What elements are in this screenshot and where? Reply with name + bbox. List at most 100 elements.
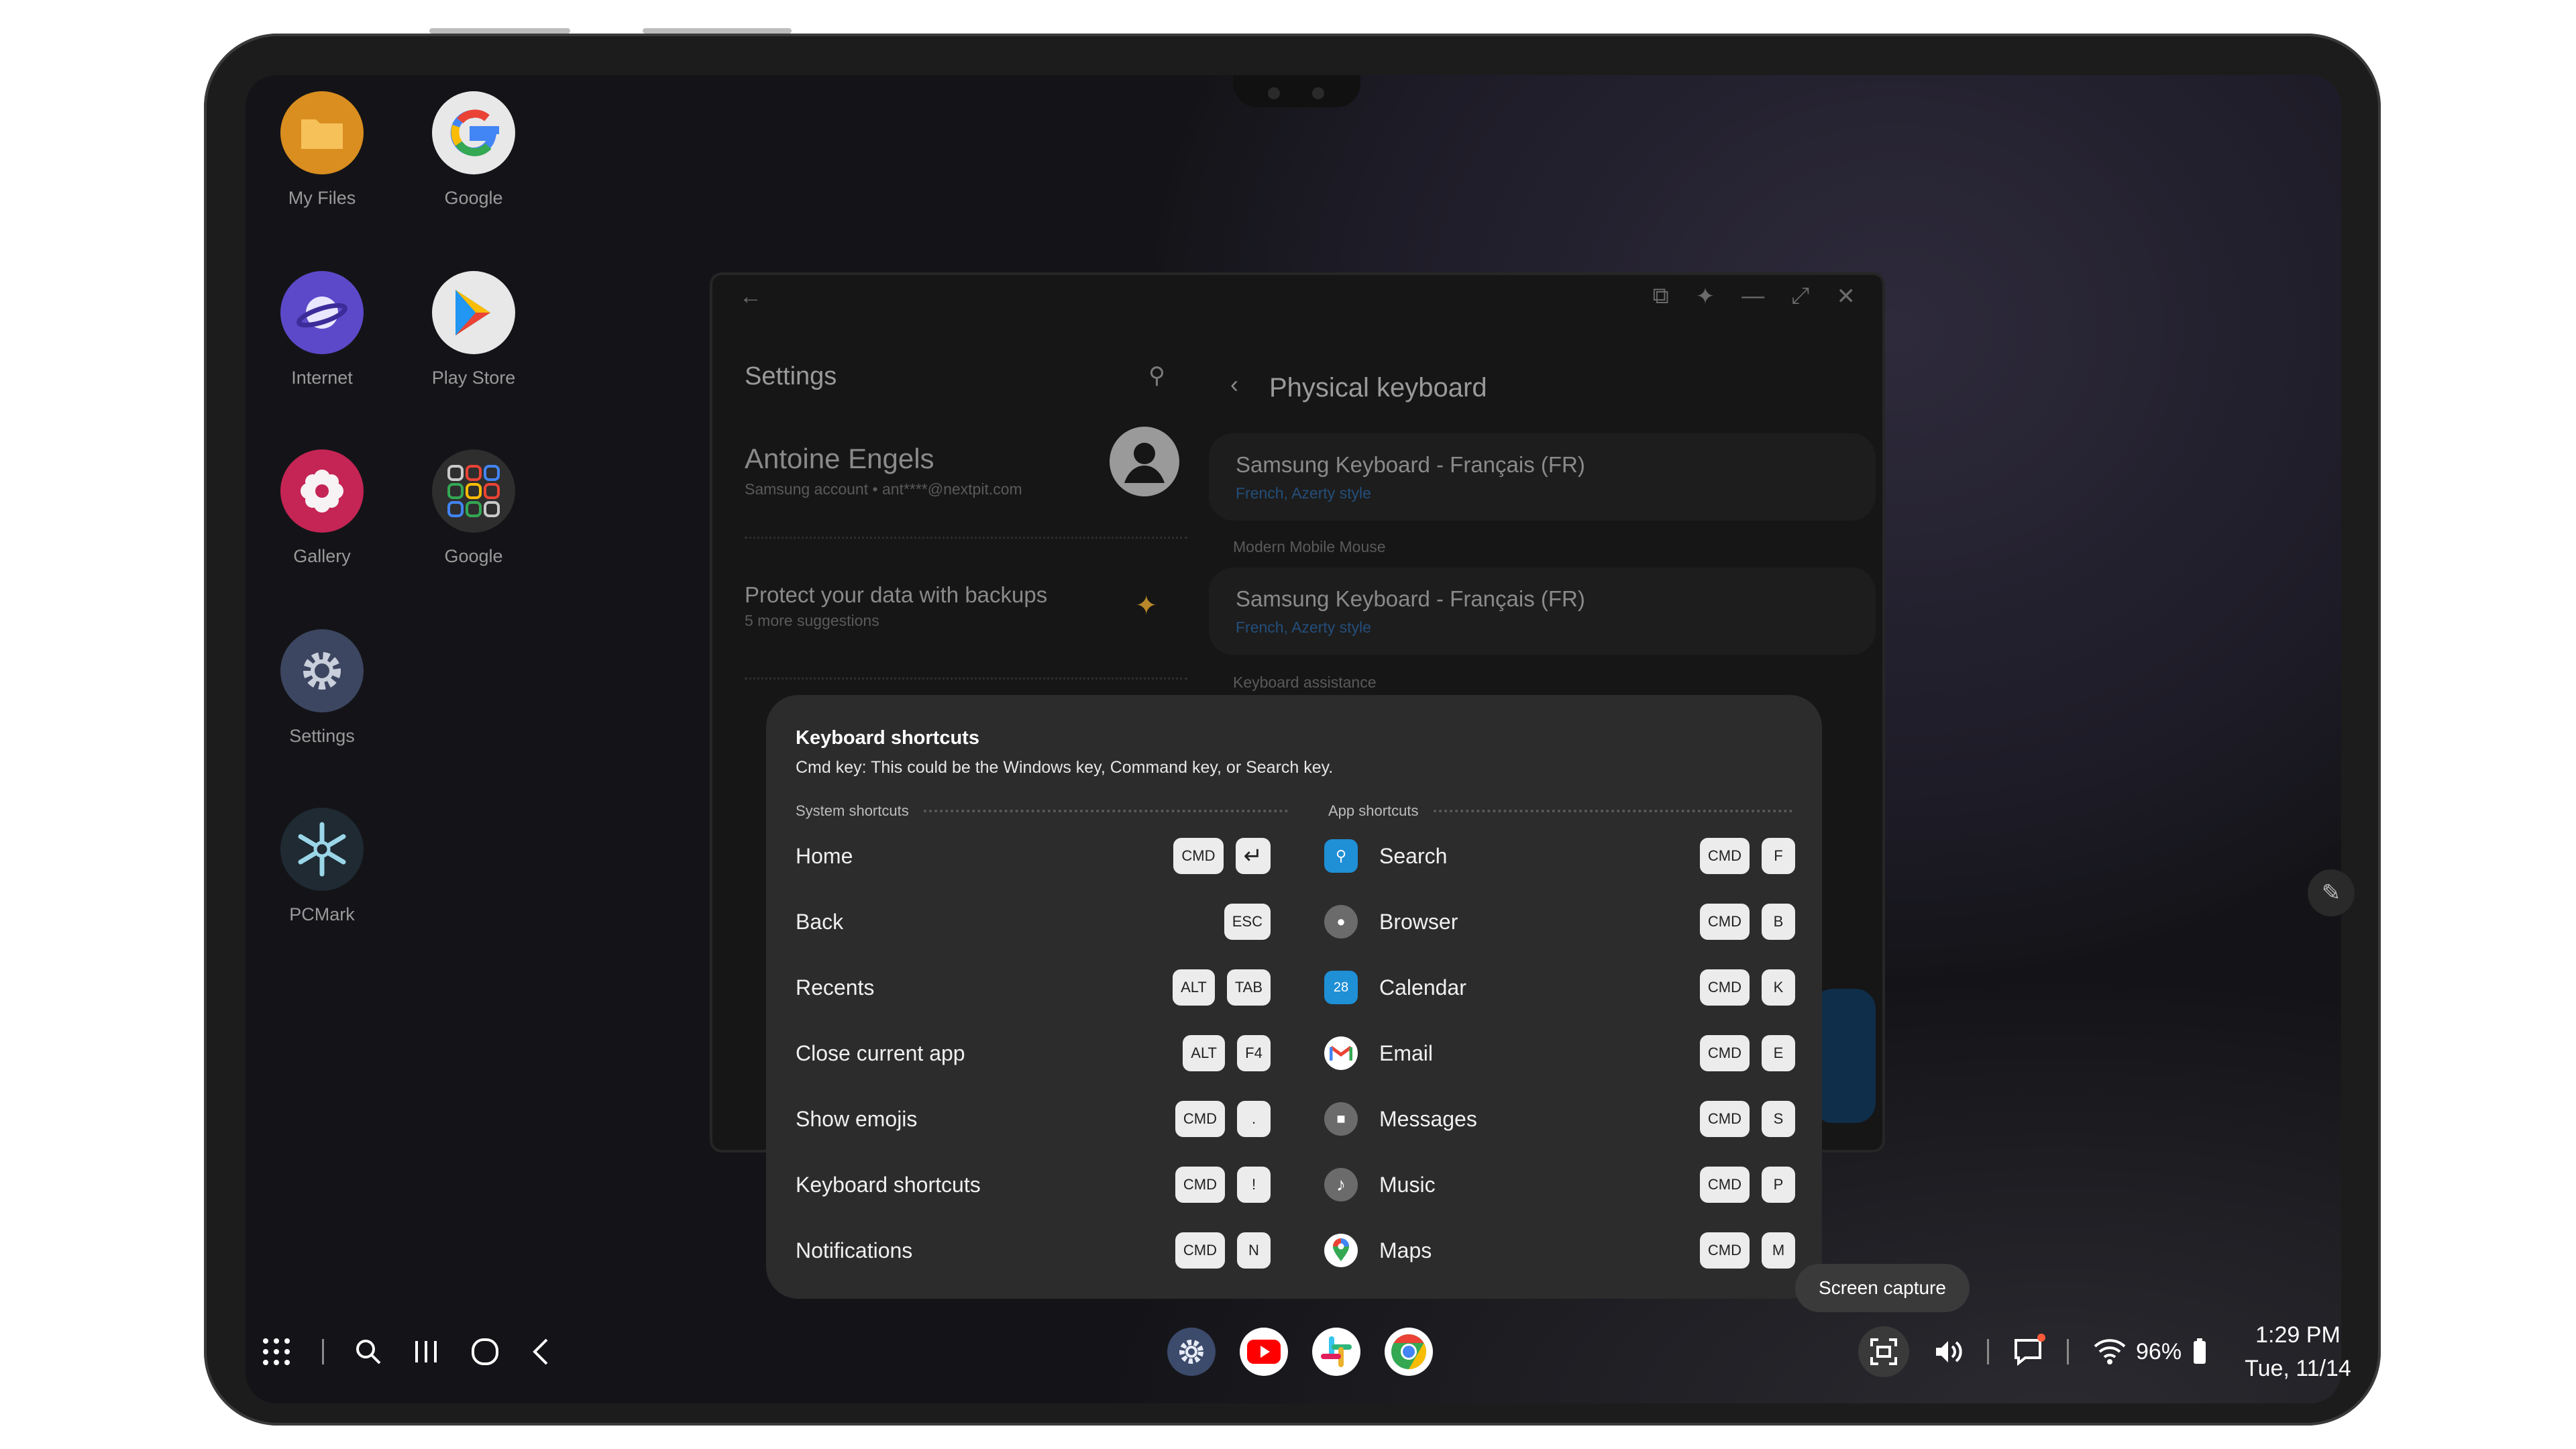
avatar[interactable] [1110,427,1179,496]
app-label: Gallery [293,546,351,566]
close-icon[interactable]: ✕ [1837,283,1856,310]
shortcut-label: Back [796,909,844,934]
notifications-icon[interactable] [2013,1334,2045,1366]
pin-icon[interactable]: ✦ [1696,283,1715,310]
camera-notch [1233,75,1360,107]
home-icon[interactable] [470,1337,500,1366]
shortcut-row-home[interactable]: Home CMD ↵ [796,836,1271,876]
search-icon[interactable]: ⚲ [1148,362,1165,389]
shortcut-label: Home [796,843,853,868]
play-store-icon [432,271,515,354]
youtube-icon[interactable] [1240,1328,1288,1376]
shortcut-row-recents[interactable]: Recents ALT TAB [796,967,1271,1008]
back-arrow-icon[interactable]: ← [739,284,762,310]
app-shortcut-messages[interactable]: ■ Messages CMD S [1324,1099,1795,1139]
edge-panel-pen-icon[interactable]: ✎ [2308,869,2355,916]
shortcut-label: Email [1379,1040,1434,1065]
app-label: Play Store [431,368,516,388]
app-shortcut-browser[interactable]: ● Browser CMD B [1324,902,1795,942]
keyboard-item-1[interactable]: Samsung Keyboard - Français (FR) French,… [1209,433,1876,521]
app-label: PCMark [289,904,355,924]
key-cap: CMD [1699,904,1750,940]
shortcut-label: Keyboard shortcuts [796,1172,981,1197]
volume-button [429,28,570,34]
globe-icon: ● [1324,905,1358,938]
desktop-app-play-store[interactable]: Play Store [420,271,527,388]
app-shortcut-calendar[interactable]: 28 Calendar CMD K [1324,967,1795,1008]
shortcut-row-keyboard-shortcuts[interactable]: Keyboard shortcuts CMD! [796,1165,1271,1205]
chevron-left-icon[interactable]: ‹ [1230,370,1238,398]
key-cap: CMD [1173,838,1224,874]
shortcut-row-back[interactable]: Back ESC [796,902,1271,942]
key-cap: ALT [1173,969,1215,1006]
time: 1:29 PM [2255,1322,2341,1348]
key-cap: CMD [1699,1035,1750,1071]
calendar-icon: 28 [1324,971,1358,1004]
key-cap: N [1237,1232,1271,1269]
backup-suggestion[interactable]: Protect your data with backups [745,582,1047,608]
shortcut-label: Browser [1379,909,1458,934]
detail-title: Physical keyboard [1269,373,1487,402]
back-icon[interactable] [531,1337,551,1366]
key-cap: CMD [1699,1101,1750,1137]
taskbar-left [262,1332,551,1372]
split-view-icon[interactable]: ⧉ [1653,283,1669,310]
desktop-app-my-files[interactable]: My Files [268,91,376,209]
account-name[interactable]: Antoine Engels [745,443,934,475]
sparkle-icon: ✦ [1135,591,1158,621]
key-cap: CMD [1175,1101,1225,1137]
keyboard-item-2[interactable]: Samsung Keyboard - Français (FR) French,… [1209,568,1876,655]
key-cap: S [1762,1101,1795,1137]
app-shortcut-search[interactable]: ⚲ Search CMD F [1324,836,1795,876]
action-button[interactable] [1813,989,1876,1123]
clock[interactable]: 1:29 PM Tue, 11/14 [2245,1318,2351,1385]
key-cap: ! [1237,1167,1271,1203]
volume-icon[interactable] [1933,1338,1963,1365]
app-drawer-icon[interactable] [262,1337,291,1366]
shortcut-label: Messages [1379,1106,1477,1131]
key-cap: F [1762,838,1795,874]
shortcut-row-close-app[interactable]: Close current app ALT F4 [796,1033,1271,1073]
wifi-icon[interactable] [2093,1338,2127,1365]
keyboard-shortcuts-panel: Keyboard shortcuts Cmd key: This could b… [766,695,1822,1299]
section-header: Modern Mobile Mouse [1233,538,1386,555]
power-button [643,28,792,34]
desktop-app-settings[interactable]: Settings [268,629,376,747]
settings-app-icon[interactable] [1167,1328,1216,1376]
chrome-icon[interactable] [1385,1328,1433,1376]
key-cap: CMD [1699,969,1750,1006]
app-shortcut-maps[interactable]: Maps CMD M [1324,1230,1795,1271]
shortcut-row-show-emojis[interactable]: Show emojis CMD. [796,1099,1271,1139]
shortcut-label: Recents [796,975,875,1000]
key-cap: B [1762,904,1795,940]
app-shortcut-music[interactable]: ♪ Music CMD P [1324,1165,1795,1205]
app-shortcut-email[interactable]: Email CMD E [1324,1033,1795,1073]
desktop-folder-google[interactable]: Google [420,449,527,567]
minimize-icon[interactable]: — [1741,283,1764,310]
maximize-icon[interactable]: ⤢ [1791,283,1809,310]
keyboard-item-title: Samsung Keyboard - Français (FR) [1236,452,1585,477]
app-label: Settings [289,726,355,746]
app-label: Google [444,546,503,566]
desktop-app-pcmark[interactable]: PCMark [268,808,376,925]
folder-icon [280,91,364,174]
key-cap: ESC [1224,904,1271,940]
key-cap: . [1237,1101,1271,1137]
screen-capture-icon[interactable] [1858,1326,1909,1377]
account-subtitle: Samsung account • ant****@nextpit.com [745,480,1022,498]
desktop-app-gallery[interactable]: Gallery [268,449,376,567]
key-cap: P [1762,1167,1795,1203]
slack-icon[interactable] [1312,1328,1360,1376]
shortcut-label: Music [1379,1172,1436,1197]
desktop-app-internet[interactable]: Internet [268,271,376,388]
panel-subtitle: Cmd key: This could be the Windows key, … [796,758,1334,777]
desktop-app-google[interactable]: Google [420,91,527,209]
shortcut-label: Close current app [796,1040,965,1065]
google-folder-icon [432,449,515,533]
search-icon[interactable] [355,1338,382,1365]
notification-dot [2037,1334,2045,1342]
shortcut-label: Notifications [796,1238,913,1263]
taskbar-divider [322,1339,324,1364]
shortcut-row-notifications[interactable]: Notifications CMD N [796,1230,1271,1271]
recents-icon[interactable] [413,1338,439,1365]
